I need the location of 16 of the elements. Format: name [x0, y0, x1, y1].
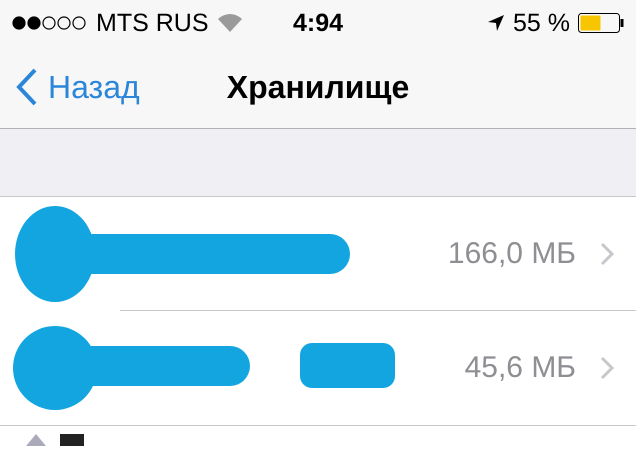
signal-icon: [12, 16, 88, 30]
battery-icon: [578, 13, 624, 33]
wifi-icon: [216, 13, 242, 33]
size-label: 45,6 МБ: [464, 351, 576, 385]
chevron-left-icon: [16, 68, 38, 106]
screen-title: Хранилище: [226, 68, 410, 106]
back-button[interactable]: Назад: [0, 67, 146, 107]
battery-percent: 55 %: [513, 8, 570, 38]
chevron-right-icon: [600, 242, 614, 266]
location-arrow-icon: [487, 14, 506, 32]
size-label: 166,0 МБ: [448, 237, 576, 271]
clock: 4:94: [292, 8, 344, 38]
carrier-name: MTS RUS: [96, 8, 208, 38]
chevron-right-icon: [600, 356, 614, 380]
storage-row[interactable]: 45,6 МБ: [0, 311, 636, 426]
storage-row[interactable]: 166,0 МБ: [0, 197, 636, 311]
